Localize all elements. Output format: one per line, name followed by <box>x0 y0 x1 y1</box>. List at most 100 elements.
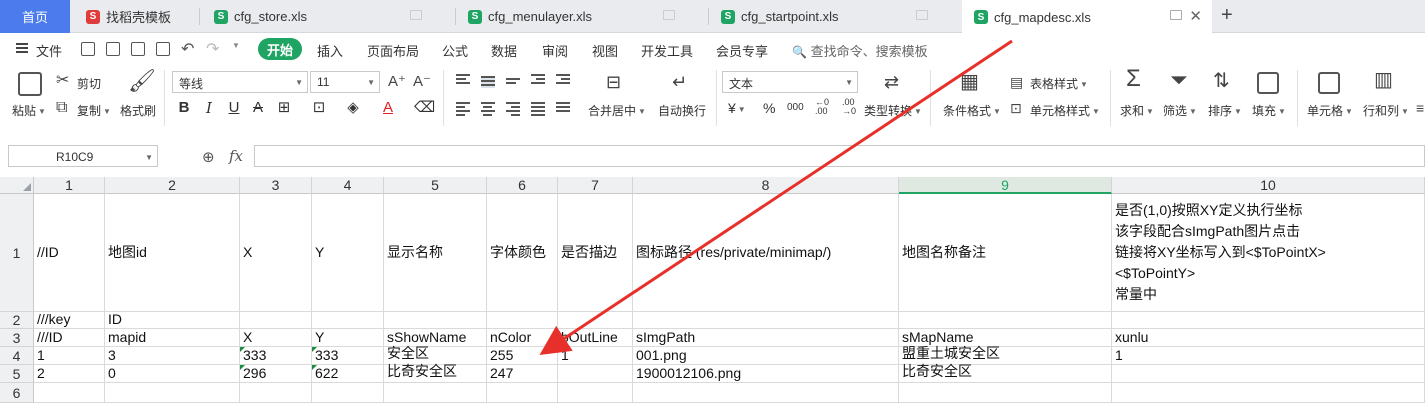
decrease-indent-icon[interactable] <box>531 74 545 86</box>
menu-icon[interactable] <box>16 43 28 53</box>
column-header[interactable]: 5 <box>384 177 487 194</box>
table-cell[interactable]: 比奇安全区 <box>384 363 487 383</box>
strikethrough-button[interactable]: A <box>249 99 267 117</box>
underline-button[interactable]: U <box>225 99 243 117</box>
float-window-icon[interactable] <box>410 10 422 20</box>
table-cell[interactable]: sImgPath <box>633 329 899 347</box>
align-bottom-icon[interactable] <box>506 78 520 86</box>
undo-icon[interactable]: ↶ <box>181 39 194 59</box>
error-indicator-icon[interactable] <box>312 347 317 352</box>
cell-style-button[interactable]: 单元格样式 ▼ <box>1030 102 1100 119</box>
align-right-icon[interactable] <box>506 102 520 118</box>
table-cell[interactable]: X <box>240 194 312 312</box>
select-all-button[interactable] <box>0 177 34 194</box>
table-cell[interactable] <box>558 312 633 329</box>
merge-center-icon[interactable]: ⊟ <box>606 73 621 91</box>
tab-cfg-startpoint[interactable]: S cfg_startpoint.xls <box>709 0 962 33</box>
table-cell[interactable]: 3 <box>105 347 240 365</box>
fx-icon[interactable]: fx <box>229 147 243 165</box>
wrap-text-icon[interactable]: ↵ <box>672 73 687 91</box>
column-header[interactable]: 8 <box>633 177 899 194</box>
table-cell[interactable]: 296 <box>240 365 312 383</box>
table-cell[interactable] <box>558 365 633 383</box>
error-indicator-icon[interactable] <box>312 365 317 370</box>
eraser-icon[interactable]: ⌫ <box>414 99 435 117</box>
table-cell[interactable]: xunlu <box>1112 329 1425 347</box>
column-header[interactable]: 2 <box>105 177 240 194</box>
table-cell[interactable]: 247 <box>487 365 558 383</box>
table-cell[interactable] <box>1112 312 1425 329</box>
row-header[interactable]: 4 <box>0 347 34 365</box>
align-center-icon[interactable] <box>481 102 495 118</box>
percent-button[interactable]: % <box>763 100 775 116</box>
export-icon[interactable] <box>106 42 120 56</box>
table-cell[interactable]: 是否(1,0)按照XY定义执行坐标 该字段配合sImgPath图片点击 链接将XY坐… <box>1112 194 1425 312</box>
copy-icon[interactable]: ⧉ <box>56 100 67 116</box>
table-cell[interactable]: 2 <box>34 365 105 383</box>
fill-color-icon[interactable]: ◈ <box>344 99 362 117</box>
error-indicator-icon[interactable] <box>240 365 245 370</box>
align-top-icon[interactable] <box>456 74 470 86</box>
table-cell[interactable]: 字体颜色 <box>487 194 558 312</box>
table-cell[interactable] <box>384 312 487 329</box>
tab-developer[interactable]: 开发工具 <box>641 41 693 60</box>
fill-icon[interactable] <box>1257 72 1279 94</box>
row-header[interactable]: 2 <box>0 312 34 329</box>
more-icon[interactable]: ≡ <box>1416 100 1424 116</box>
print-preview-icon[interactable] <box>156 42 170 56</box>
table-cell[interactable]: nColor <box>487 329 558 347</box>
table-cell[interactable]: 1 <box>1112 347 1425 365</box>
new-tab-button[interactable]: + <box>1221 4 1233 27</box>
table-cell[interactable]: 是否描边 <box>558 194 633 312</box>
row-header[interactable]: 5 <box>0 365 34 383</box>
row-header[interactable]: 1 <box>0 194 34 312</box>
conditional-format-button[interactable]: 条件格式 ▼ <box>943 102 1001 119</box>
tab-cfg-menulayer[interactable]: S cfg_menulayer.xls <box>456 0 709 33</box>
table-cell[interactable]: 622 <box>312 365 384 383</box>
table-cell[interactable] <box>240 312 312 329</box>
table-cell[interactable]: 1 <box>558 347 633 365</box>
table-cell[interactable] <box>899 312 1112 329</box>
currency-button[interactable]: ¥ ▼ <box>728 100 746 116</box>
tab-member[interactable]: 会员专享 <box>716 41 768 60</box>
cell-button[interactable]: 单元格 ▼ <box>1307 102 1353 119</box>
chevron-down-icon[interactable]: ▼ <box>232 41 240 50</box>
filter-button[interactable]: 筛选 ▼ <box>1163 102 1197 119</box>
table-cell[interactable]: Y <box>312 194 384 312</box>
format-painter-icon[interactable]: 🖌 <box>128 70 156 92</box>
column-header[interactable]: 10 <box>1112 177 1425 194</box>
formula-input[interactable] <box>254 145 1425 167</box>
number-format-select[interactable]: 文本 ▼ <box>722 71 858 93</box>
decrease-decimal-icon[interactable]: .00 →0 <box>842 98 856 116</box>
merge-center-button[interactable]: 合并居中 ▼ <box>588 102 646 119</box>
sum-icon[interactable]: Σ <box>1126 67 1141 91</box>
float-window-icon[interactable] <box>1170 10 1182 20</box>
column-header[interactable]: 6 <box>487 177 558 194</box>
increase-indent-icon[interactable] <box>556 74 570 86</box>
row-col-button[interactable]: 行和列 ▼ <box>1363 102 1409 119</box>
cell-icon[interactable] <box>1318 72 1340 94</box>
type-convert-button[interactable]: 类型转换 ▼ <box>864 102 922 119</box>
column-header[interactable]: 7 <box>558 177 633 194</box>
table-cell[interactable]: X <box>240 329 312 347</box>
font-size-select[interactable]: 11 ▼ <box>310 71 380 93</box>
table-cell[interactable]: bOutLine <box>558 329 633 347</box>
column-header[interactable]: 3 <box>240 177 312 194</box>
table-cell[interactable]: 比奇安全区 <box>899 363 1112 383</box>
column-header[interactable]: 4 <box>312 177 384 194</box>
name-box[interactable]: R10C9 ▼ <box>8 145 158 167</box>
table-style-button[interactable]: 表格样式 ▼ <box>1030 75 1088 92</box>
redo-icon[interactable]: ↷ <box>206 39 219 59</box>
search-commands[interactable]: 🔍 查找命令、搜索模板 <box>792 41 928 60</box>
table-cell[interactable]: 001.png <box>633 347 899 365</box>
scissors-icon[interactable]: ✂ <box>56 73 69 89</box>
table-cell[interactable] <box>34 383 105 403</box>
align-left-icon[interactable] <box>456 102 470 118</box>
table-cell[interactable]: ID <box>105 311 240 329</box>
tab-cfg-mapdesc[interactable]: S cfg_mapdesc.xls ✕ <box>962 0 1212 34</box>
cut-button[interactable]: 剪切 <box>77 75 101 92</box>
table-cell[interactable] <box>633 312 899 329</box>
distributed-icon[interactable] <box>556 102 570 114</box>
print-icon[interactable] <box>131 42 145 56</box>
row-header[interactable]: 3 <box>0 329 34 347</box>
